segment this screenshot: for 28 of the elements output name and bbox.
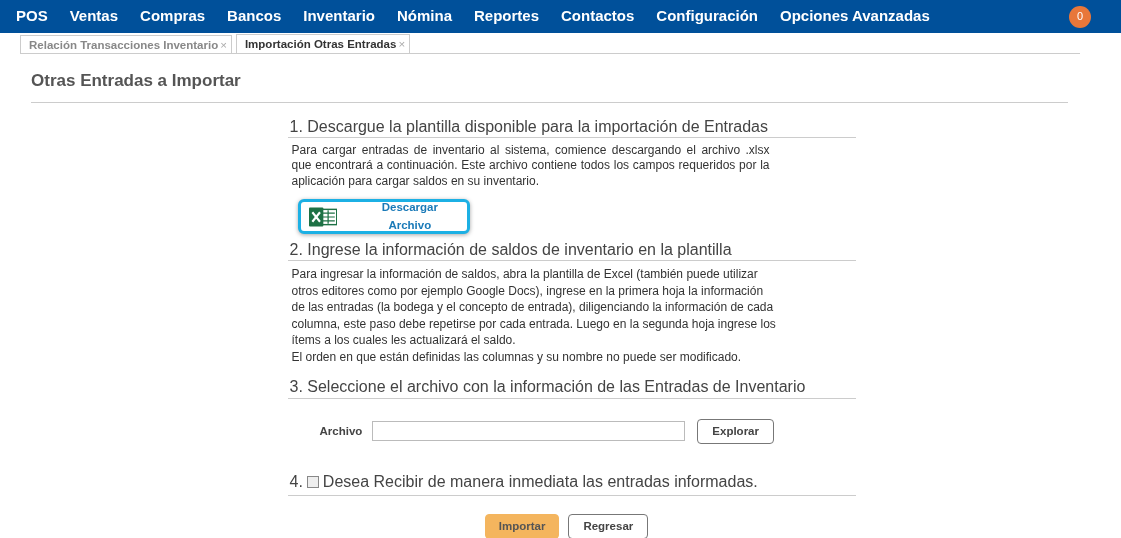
menu-item[interactable]: Ventas [69,5,119,28]
menu-item[interactable]: Inventario [303,5,375,28]
step-heading: 1. Descargue la plantilla disponible para la importación de Entradas [287,116,856,138]
menu-item[interactable]: Compras [140,5,206,28]
page-title: Otras Entradas a Importar [31,68,1068,103]
menu-item[interactable]: Contactos [561,5,635,28]
menu-item[interactable]: POS [16,5,48,28]
import-button[interactable]: Importar [484,513,560,538]
file-input[interactable] [372,421,686,442]
menu-item[interactable]: Nómina [396,5,452,28]
step-heading: 3. Seleccione el archivo con la información de las Entradas de Inventario [287,377,856,399]
tab[interactable]: Relación Transacciones Inventario × [20,35,232,53]
step-heading: 2. Ingrese la información de saldos de inventario en la plantilla [287,240,856,262]
step-number: 4. [289,471,303,492]
checkbox-label: Desea Recibir de manera inmediata las entradas informadas. [322,471,758,492]
field-label: Archivo [319,423,363,439]
checkbox[interactable] [306,475,319,488]
menu-item[interactable]: Configuración [656,5,759,28]
menu-item[interactable]: Reportes [474,5,539,28]
instructions-text: Para cargar entradas de inventario al sistema, comience descargando el archivo .xlsx que encontrará a continuación. Este archivo contiene todos los campos requeridos por la aplicación para cargar saldos en su inventario. [291,142,770,190]
spreadsheet-icon [308,206,338,227]
menu-item[interactable]: Opciones Avanzadas [780,5,930,28]
tab[interactable]: Importación Otras Entradas × [235,34,411,53]
download-button[interactable]: Descargar Archivo [297,199,470,235]
back-button[interactable]: Regresar [568,513,649,538]
browse-button[interactable]: Explorar [697,418,774,444]
instructions-text: Para ingresar la información de saldos, abra la plantilla de Excel (también puede utilizar otros editores como por ejemplo Google Docs), ingrese en la primera hoja la información de las entradas (la bodega y el concepto de entrada), diligenciando la información de cada columna, este paso debe repetirse por cada entrada. Luego en la segunda hoja ingrese los ítems a los cuales les actualizará el saldo. El orden en que están definidas las columnas y su nombre no puede ser modificado. [291,266,777,366]
menu-item[interactable]: Bancos [227,5,282,28]
